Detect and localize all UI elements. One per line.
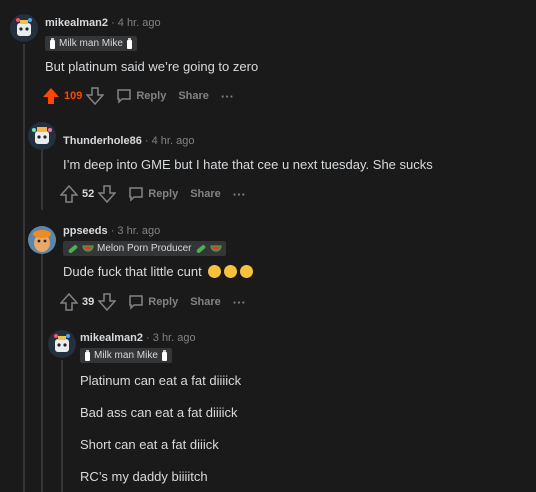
reply-label: Reply [136,90,167,102]
comment-meta: Thunderhole86 · 4 hr. ago [63,135,194,147]
comment-body-text: Dude fuck that little cunt [63,264,202,279]
reply-button[interactable]: Reply [128,186,178,202]
downvote-icon[interactable] [98,293,117,311]
reply-label: Reply [148,296,179,308]
milk-bottle-icon [161,350,167,361]
share-button[interactable]: Share [178,90,209,102]
flair-text: Milk man Mike [59,38,123,49]
more-icon: ··· [232,186,246,202]
comment-body: Dude fuck that little cunt [63,264,254,279]
comment-meta: mikealman2 · 3 hr. ago [80,332,196,344]
cucumber-icon [196,244,205,253]
thread-line[interactable] [61,360,63,492]
comment-meta: mikealman2 · 4 hr. ago [45,17,161,29]
user-flair: Milk man Mike [80,348,172,363]
reply-label: Reply [148,188,179,200]
user-flair: Melon Porn Producer [63,241,226,256]
reply-button[interactable]: Reply [116,88,166,104]
flair-text: Melon Porn Producer [97,243,192,254]
share-button[interactable]: Share [190,296,221,308]
share-label: Share [190,188,221,200]
comment-line: Bad ass can eat a fat diiiick [80,405,238,420]
downvote-icon[interactable] [86,87,105,105]
vote-score: 39 [82,296,95,308]
username[interactable]: Thunderhole86 [63,135,142,147]
share-button[interactable]: Share [190,188,221,200]
username[interactable]: ppseeds [63,225,108,237]
watermelon-icon [209,244,222,252]
more-icon: ··· [220,88,234,104]
comment-actions: 109 Reply Share ··· [42,86,234,106]
username[interactable]: mikealman2 [80,332,143,344]
more-icon: ··· [232,294,246,310]
avatar[interactable] [28,122,56,150]
upvote-icon[interactable] [60,185,78,203]
laughing-emoji [208,265,222,278]
cucumber-icon [68,244,78,253]
thread-line[interactable] [41,254,43,492]
comment-body: But platinum said we’re going to zero [45,59,259,74]
more-options-button[interactable]: ··· [233,295,246,310]
comment-body: I’m deep into GME but I hate that cee u … [63,157,433,172]
username[interactable]: mikealman2 [45,17,108,29]
comment-meta: ppseeds · 3 hr. ago [63,225,160,237]
upvote-icon[interactable] [60,293,78,311]
timestamp[interactable]: · 4 hr. ago [145,135,195,147]
comment-line: Short can eat a fat diiick [80,437,219,452]
laughing-emoji [240,265,254,278]
share-label: Share [178,90,209,102]
reply-button[interactable]: Reply [128,294,178,310]
avatar[interactable] [10,14,38,42]
downvote-icon[interactable] [98,185,117,203]
comment-icon [117,89,132,104]
timestamp[interactable]: · 3 hr. ago [146,332,196,344]
more-options-button[interactable]: ··· [233,187,246,202]
comment-icon [129,295,143,310]
comment-line: RC’s my daddy biiiitch [80,469,208,484]
avatar[interactable] [28,226,56,254]
milk-bottle-icon [50,38,55,49]
vote-score: 52 [82,188,95,200]
share-label: Share [190,296,221,308]
comment-line: Platinum can eat a fat diiiick [80,373,242,388]
more-options-button[interactable]: ··· [221,89,234,104]
vote-score: 109 [64,90,83,102]
flair-text: Milk man Mike [94,350,158,361]
user-flair: Milk man Mike [45,36,137,51]
watermelon-icon [82,244,94,252]
thread-line[interactable] [23,44,25,492]
laughing-emoji [224,265,238,278]
timestamp[interactable]: · 4 hr. ago [111,17,161,29]
avatar[interactable] [48,330,76,358]
milk-bottle-icon [85,350,90,361]
comment-actions: 52 Reply Share ··· [60,184,246,204]
thread-line[interactable] [41,150,43,210]
milk-bottle-icon [126,38,132,49]
timestamp[interactable]: · 3 hr. ago [111,225,161,237]
upvote-icon[interactable] [42,87,60,105]
comment-icon [129,187,143,202]
comment-actions: 39 Reply Share ··· [60,292,246,312]
